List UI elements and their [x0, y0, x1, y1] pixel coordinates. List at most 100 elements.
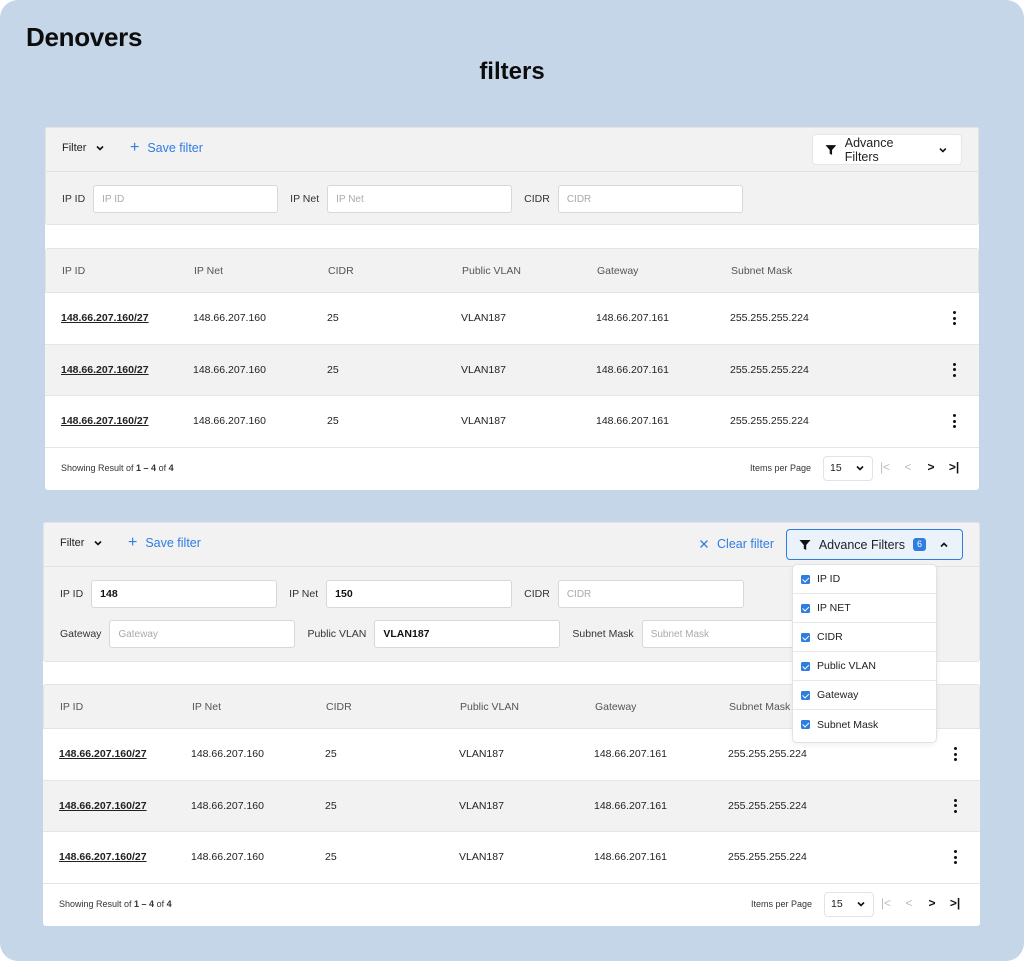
cidr-input[interactable]: [557, 580, 744, 608]
option-label: Subnet Mask: [817, 718, 879, 731]
next-page-icon[interactable]: >: [925, 896, 939, 910]
ip-id-link[interactable]: 148.66.207.160/27: [59, 832, 147, 883]
ip-id-input[interactable]: [93, 185, 279, 213]
prev-page-icon[interactable]: <: [902, 896, 916, 910]
option-label: Public VLAN: [817, 660, 876, 672]
more-vertical-icon[interactable]: [952, 850, 958, 865]
public-vlan-input[interactable]: [374, 620, 561, 648]
advance-filter-option-gateway[interactable]: Gateway: [793, 681, 936, 710]
ip-id-label: IP ID: [62, 193, 86, 205]
cidr-label: CIDR: [524, 193, 550, 205]
column-header-ip-net[interactable]: IP Net: [194, 249, 223, 292]
more-vertical-icon[interactable]: [951, 414, 957, 429]
first-page-icon[interactable]: |<: [879, 896, 893, 910]
chevron-down-icon: [939, 147, 947, 153]
column-header-cidr[interactable]: CIDR: [326, 685, 352, 728]
ip-net-cell: 148.66.207.160: [191, 748, 264, 761]
advance-filter-option-public-vlan[interactable]: Public VLAN: [793, 652, 936, 681]
column-header-subnet-mask[interactable]: Subnet Mask: [731, 249, 792, 292]
page-title: filters: [479, 58, 545, 85]
cidr-input[interactable]: [557, 185, 743, 213]
subnet-mask-cell: 255.255.255.224: [730, 415, 809, 428]
filter-bar: Filter + Save filter Advance Filters IP …: [45, 127, 979, 225]
cidr-cell: 25: [327, 415, 339, 428]
gateway-cell: 148.66.207.161: [596, 415, 669, 428]
filter-dropdown[interactable]: Filter: [62, 142, 106, 154]
filter-dropdown-label: Filter: [62, 142, 87, 154]
checkbox-checked-icon[interactable]: [801, 661, 810, 671]
gateway-cell: 148.66.207.161: [594, 851, 667, 864]
plus-icon: +: [130, 139, 140, 156]
advance-filters-button[interactable]: Advance Filters 6: [785, 529, 963, 560]
advance-filter-option-ip-net[interactable]: IP NET: [793, 594, 936, 623]
ip-id-input[interactable]: [91, 580, 278, 608]
ip-net-cell: 148.66.207.160: [193, 415, 266, 428]
column-header-cidr[interactable]: CIDR: [328, 249, 354, 292]
first-page-icon[interactable]: |<: [878, 460, 892, 474]
next-page-icon[interactable]: >: [924, 460, 938, 474]
column-header-public-vlan[interactable]: Public VLAN: [460, 685, 519, 728]
checkbox-checked-icon[interactable]: [801, 603, 810, 613]
ip-net-input[interactable]: [327, 185, 513, 213]
ip-net-input[interactable]: [326, 580, 513, 608]
prev-page-icon[interactable]: <: [901, 460, 915, 474]
advance-filter-option-subnet-mask[interactable]: Subnet Mask: [793, 710, 936, 739]
subnet-mask-cell: 255.255.255.224: [730, 312, 809, 325]
page-background: Denovers filters Filter + Save filter Ad…: [0, 0, 1024, 961]
column-header-gateway[interactable]: Gateway: [597, 249, 638, 292]
column-header-ip-id[interactable]: IP ID: [60, 685, 83, 728]
gateway-input[interactable]: [109, 620, 296, 648]
items-per-page-select[interactable]: 15: [824, 891, 874, 917]
cidr-cell: 25: [327, 363, 339, 376]
ip-net-cell: 148.66.207.160: [191, 851, 264, 864]
advance-filters-button[interactable]: Advance Filters: [812, 134, 962, 165]
public-vlan-cell: VLAN187: [461, 312, 506, 325]
active-filters-count-badge: 6: [912, 538, 926, 551]
gateway-label: Gateway: [60, 628, 102, 640]
more-vertical-icon[interactable]: [951, 362, 957, 377]
save-filter-button[interactable]: + Save filter: [128, 535, 201, 551]
advance-filter-option-ip-id[interactable]: IP ID: [793, 565, 936, 594]
checkbox-checked-icon[interactable]: [801, 720, 810, 729]
more-vertical-icon[interactable]: [952, 747, 958, 762]
option-label: Gateway: [817, 689, 859, 701]
ip-id-link[interactable]: 148.66.207.160/27: [61, 345, 149, 396]
ip-id-link[interactable]: 148.66.207.160/27: [59, 729, 147, 780]
last-page-icon[interactable]: >|: [947, 460, 961, 474]
cidr-cell: 25: [325, 851, 337, 864]
more-vertical-icon[interactable]: [952, 798, 958, 813]
gateway-cell: 148.66.207.161: [596, 312, 669, 325]
filter-toolbar: Filter + Save filter Advance Filters: [46, 128, 978, 172]
checkbox-checked-icon[interactable]: [801, 574, 810, 584]
clear-filter-button[interactable]: Clear filter: [699, 537, 774, 551]
last-page-icon[interactable]: >|: [948, 896, 962, 910]
filter-toolbar: Filter + Save filter Clear filter Advanc…: [44, 523, 979, 567]
checkbox-checked-icon[interactable]: [801, 690, 810, 700]
filter-dropdown[interactable]: Filter: [60, 537, 104, 549]
option-label: IP ID: [817, 573, 841, 585]
table-header: IP ID IP Net CIDR Public VLAN Gateway Su…: [45, 248, 979, 293]
column-header-ip-net[interactable]: IP Net: [192, 685, 221, 728]
funnel-icon: [825, 144, 837, 155]
table-row: 148.66.207.160/27 148.66.207.160 25 VLAN…: [45, 396, 979, 448]
column-header-ip-id[interactable]: IP ID: [62, 249, 85, 292]
column-header-gateway[interactable]: Gateway: [595, 685, 636, 728]
chevron-down-icon: [96, 145, 105, 151]
results-of: of: [156, 462, 169, 473]
ip-id-link[interactable]: 148.66.207.160/27: [61, 396, 149, 447]
checkbox-checked-icon[interactable]: [801, 632, 810, 642]
option-label: CIDR: [817, 631, 843, 643]
ip-id-link[interactable]: 148.66.207.160/27: [59, 781, 147, 832]
save-filter-button[interactable]: + Save filter: [130, 139, 203, 156]
filter-fields-row-2: Gateway Public VLAN Subnet Mask: [60, 620, 828, 648]
more-vertical-icon[interactable]: [951, 311, 957, 326]
items-per-page-label: Items per Page: [749, 462, 811, 473]
subnet-mask-cell: 255.255.255.224: [730, 363, 809, 376]
option-label: IP NET: [817, 602, 851, 614]
items-per-page-select[interactable]: 15: [823, 455, 873, 481]
column-header-subnet-mask[interactable]: Subnet Mask: [729, 685, 790, 728]
subnet-mask-cell: 255.255.255.224: [728, 851, 807, 864]
advance-filter-option-cidr[interactable]: CIDR: [793, 623, 936, 652]
ip-id-link[interactable]: 148.66.207.160/27: [61, 293, 149, 344]
column-header-public-vlan[interactable]: Public VLAN: [462, 249, 521, 292]
